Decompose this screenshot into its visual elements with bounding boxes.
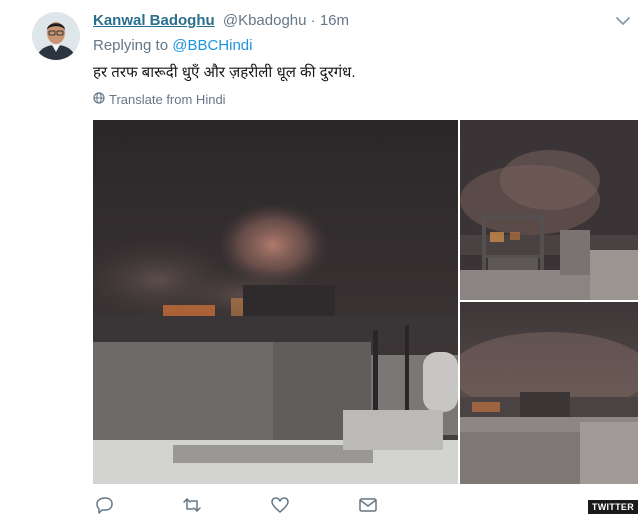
reply-icon[interactable]	[93, 496, 115, 514]
tweet-actions	[93, 496, 393, 514]
translate-label: Translate from Hindi	[109, 92, 226, 107]
globe-icon	[93, 92, 105, 107]
tweet-text: हर तरफ बारूदी धुएँ और ज़हरीली धूल की दुर…	[93, 64, 356, 81]
replying-to-handle[interactable]: @BBCHindi	[172, 37, 252, 54]
author-handle[interactable]: @Kbadoghu	[223, 12, 307, 29]
tweet-photo-main[interactable]	[93, 120, 458, 484]
twitter-watermark: TWITTER	[587, 500, 638, 514]
replying-to-line: Replying to @BBCHindi	[93, 37, 252, 54]
tweet-photo-top[interactable]	[460, 120, 638, 300]
author-name[interactable]: Kanwal Badoghu	[93, 12, 215, 29]
envelope-icon[interactable]	[357, 496, 379, 514]
avatar[interactable]	[32, 12, 80, 60]
translate-link[interactable]: Translate from Hindi	[93, 92, 226, 107]
tweet-header: Kanwal Badoghu @Kbadoghu · 16m	[93, 12, 349, 29]
tweet-photo-bottom[interactable]	[460, 302, 638, 484]
chevron-down-icon[interactable]	[614, 14, 632, 28]
heart-icon[interactable]	[269, 496, 291, 514]
separator-dot: ·	[310, 12, 316, 29]
tweet-time[interactable]: 16m	[320, 12, 349, 29]
replying-to-label: Replying to	[93, 37, 169, 54]
retweet-icon[interactable]	[181, 496, 203, 514]
